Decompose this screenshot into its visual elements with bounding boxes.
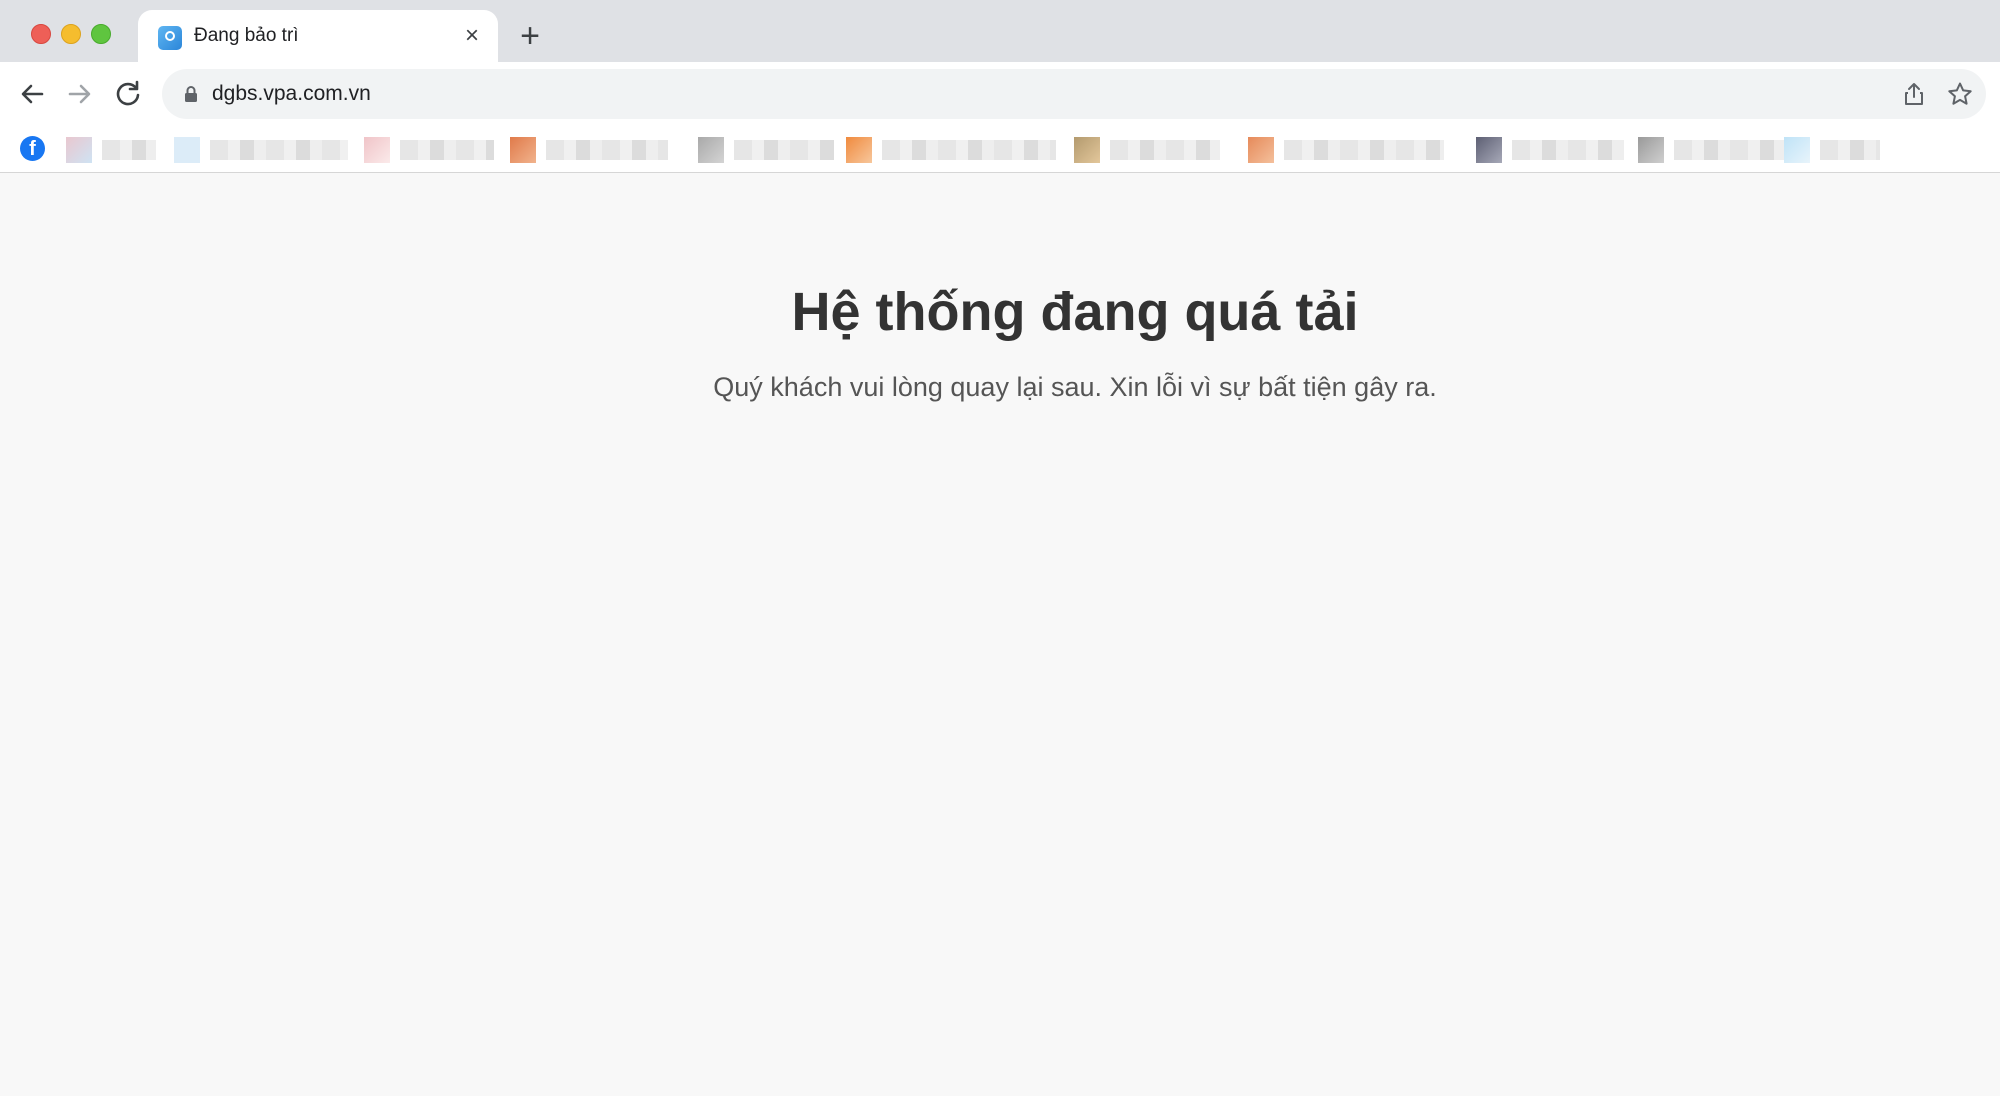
close-window-button[interactable] [31,24,51,44]
minimize-window-button[interactable] [61,24,81,44]
bookmark-favicon-icon [1074,137,1100,163]
forward-arrow-icon [68,84,91,104]
vpa-logo-icon [158,26,182,50]
page-message: Quý khách vui lòng quay lại sau. Xin lỗi… [713,372,1437,402]
bookmark-favicon-icon [66,137,92,163]
bookmark-label-blurred [734,140,834,160]
bookmark-favicon-icon [174,137,200,163]
bookmark-favicon-icon [1638,137,1664,163]
bookmark-favicon-icon [846,137,872,163]
forward-button[interactable] [60,74,100,114]
bookmark-favicon-icon [1476,137,1502,163]
facebook-icon[interactable]: f [20,136,45,161]
bookmark-label-blurred [546,140,668,160]
tab-active[interactable]: Đang bảo trì × [138,10,498,62]
address-bar[interactable]: dgbs.vpa.com.vn [162,69,1986,119]
bookmark-label-blurred [1674,140,1798,160]
bookmark-favicon-icon [1248,137,1274,163]
url-text[interactable]: dgbs.vpa.com.vn [212,82,371,106]
maximize-window-button[interactable] [91,24,111,44]
reload-button[interactable] [108,74,148,114]
browser-window: Đang bảo trì × + dgbs.vpa.com.vn f Hệ th… [0,0,2000,1096]
lock-icon[interactable] [180,83,202,105]
page-heading: Hệ thống đang quá tải [791,282,1359,342]
tab-strip: Đang bảo trì × + [0,0,2000,62]
back-button[interactable] [12,74,52,114]
bookmark-label-blurred [882,140,1056,160]
bookmark-favicon-icon [510,137,536,163]
bookmark-label-blurred [1284,140,1444,160]
bookmark-label-blurred [1110,140,1220,160]
bookmark-star-icon[interactable] [1946,80,1974,108]
bookmark-label-blurred [400,140,494,160]
bookmark-favicon-icon [698,137,724,163]
page-content: Hệ thống đang quá tải Quý khách vui lòng… [0,173,2000,1096]
bookmarks-bar: f [0,126,2000,173]
bookmark-label-blurred [102,140,156,160]
bookmark-label-blurred [1512,140,1624,160]
back-arrow-icon [21,84,44,104]
bookmark-favicon-icon [364,137,390,163]
share-icon[interactable] [1900,80,1928,108]
reload-icon [116,80,140,106]
new-tab-button[interactable]: + [512,18,548,54]
close-tab-icon[interactable]: × [458,22,486,50]
bookmark-label-blurred [1820,140,1880,160]
bookmark-label-blurred [210,140,348,160]
tab-title: Đang bảo trì [194,25,299,46]
browser-toolbar: dgbs.vpa.com.vn [0,62,2000,126]
bookmark-favicon-icon [1784,137,1810,163]
